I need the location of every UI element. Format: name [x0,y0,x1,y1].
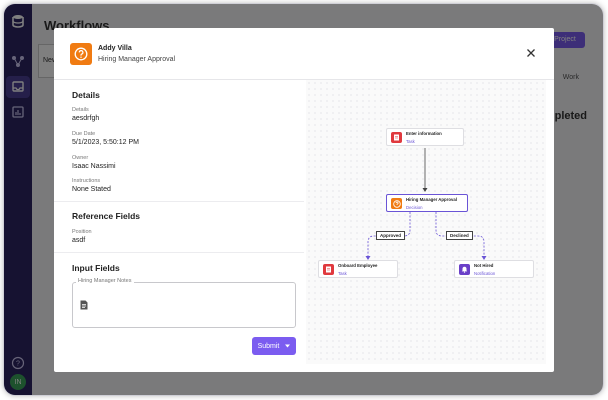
input-section-title: Input Fields [72,263,120,273]
section-divider [54,201,304,202]
node-type: Decision [406,205,423,210]
decision-avatar [70,43,92,65]
node-onboard-employee[interactable]: Onboard Employee Task [318,260,398,278]
instructions-value: None Stated [72,186,111,193]
due-date-label: Due Date [72,131,96,137]
task-modal: Addy Villa Hiring Manager Approval Detai… [54,28,554,372]
node-type: Task [406,139,415,144]
node-title: Onboard Employee [338,263,378,268]
owner-label: Owner [72,155,89,161]
node-type: Task [338,271,347,276]
step-name: Hiring Manager Approval [98,56,176,63]
question-icon [74,47,88,61]
position-label: Position [72,229,92,235]
document-icon [80,300,88,310]
workflow-diagram: Enter information Task Hiring Manager Ap… [306,80,546,364]
details-label: Details [72,107,89,113]
details-section-title: Details [72,90,100,100]
node-title: Enter information [406,131,442,136]
task-icon [323,264,334,275]
hiring-manager-notes-input[interactable] [72,282,296,328]
node-type: Notification [474,271,496,276]
node-not-hired[interactable]: Not Hired Notification [454,260,534,278]
edge-arrow [422,188,428,192]
bell-icon [459,264,470,275]
modal-header: Addy Villa Hiring Manager Approval [54,28,554,80]
details-value: aesdrfgh [72,115,100,122]
node-title: Hiring Manager Approval [406,197,457,202]
close-icon[interactable] [526,48,536,58]
hiring-manager-notes-label: Hiring Manager Notes [76,278,134,284]
edge-label-approved: Approved [376,231,406,240]
chevron-down-icon [285,344,291,348]
node-enter-information[interactable]: Enter information Task [386,128,464,146]
task-icon [391,132,402,143]
edge-label-declined: Declined [446,231,473,240]
reference-section-title: Reference Fields [72,211,141,221]
submit-label: Submit [257,342,280,350]
workflow-edges [365,148,487,260]
instructions-label: Instructions [72,178,101,184]
owner-value: Isaac Nassimi [72,163,116,170]
position-value: asdf [72,237,86,244]
decision-icon [391,198,402,209]
submit-button[interactable]: Submit [252,337,296,355]
task-details-panel: Details Details aesdrfgh Due Date 5/1/20… [54,80,304,372]
node-title: Not Hired [474,263,494,268]
assignee-name: Addy Villa [98,45,132,52]
node-hiring-manager-approval[interactable]: Hiring Manager Approval Decision [386,194,468,212]
section-divider [54,252,304,253]
due-date-value: 5/1/2023, 5:50:12 PM [72,139,139,146]
